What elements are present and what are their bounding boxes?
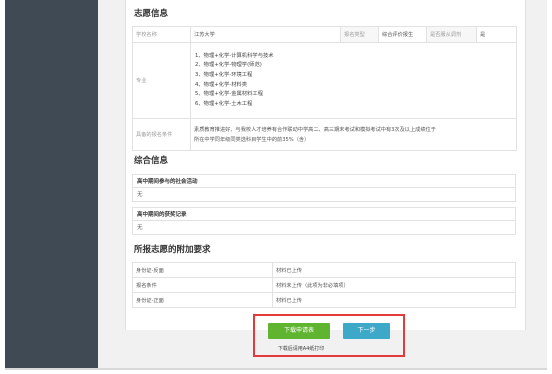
major-item: 2、物理+化学-物理学(师范)	[195, 62, 262, 69]
print-hint: 下载后请用A4纸打印	[277, 346, 325, 352]
enroll-type-value: 综合评价报生	[378, 26, 427, 43]
left-sidebar	[5, 0, 98, 370]
major-item: 3、物理+化学-环境工程	[195, 71, 253, 78]
section-title-overall: 综合信息	[134, 156, 169, 166]
requirement-label: 身份证-反面	[132, 262, 273, 278]
requirement-status: 材料未上传（此项为非必填项）	[272, 277, 516, 293]
major-item: 5、物理+化学-金属材料工程	[195, 91, 263, 98]
condition-label: 具备的报名条件	[132, 118, 191, 151]
enroll-type-label: 报名类型	[340, 26, 379, 43]
condition-line: 所在中学同年级同类选科目学生中的前35%（含）	[194, 136, 310, 143]
form-card: 志愿信息 学校名称 江苏大学 报名类型 综合评价报生 是否服从调剂 是 专业 1…	[125, 0, 526, 330]
social-activity-value: 无	[132, 188, 516, 202]
major-item: 6、物理+化学-土木工程	[195, 100, 253, 107]
major-label: 专业	[132, 42, 191, 119]
requirement-status: 材料已上传	[272, 262, 516, 278]
volunteer-table: 学校名称 江苏大学 报名类型 综合评价报生 是否服从调剂 是 专业 1、物理+化…	[132, 26, 517, 151]
award-record-label: 高中期间的获奖记录	[132, 207, 516, 221]
school-label: 学校名称	[132, 26, 191, 43]
requirement-label: 报名条件	[132, 277, 273, 293]
condition-line: 素质教育推进好、与我校人才培养有合作联动中学高二、高三期末考试和模拟考试中有3次…	[194, 126, 436, 133]
major-list-cell: 1、物理+化学-计算机科学与技术 2、物理+化学-物理学(师范) 3、物理+化学…	[190, 42, 517, 119]
major-item: 4、物理+化学-材料类	[195, 81, 248, 88]
requirement-status: 材料已上传	[272, 292, 516, 308]
extra-requirements-table: 身份证-反面 材料已上传 报名条件 材料未上传（此项为非必填项） 身份证-正面 …	[132, 262, 516, 308]
social-activity-label: 高中期间参与的社会活动	[132, 174, 516, 188]
requirement-label: 身份证-正面	[132, 292, 273, 308]
award-record-value: 无	[132, 221, 516, 235]
adjust-value: 是	[476, 26, 517, 43]
school-value: 江苏大学	[190, 26, 341, 43]
next-step-button[interactable]: 下一步	[343, 323, 390, 339]
download-application-button[interactable]: 下载申请表	[268, 323, 330, 339]
section-title-volunteer: 志愿信息	[134, 9, 169, 19]
major-item: 1、物理+化学-计算机科学与技术	[195, 52, 274, 59]
major-list: 1、物理+化学-计算机科学与技术 2、物理+化学-物理学(师范) 3、物理+化学…	[195, 52, 513, 110]
frame-divider	[5, 368, 547, 370]
section-title-extra: 所报志愿的附加要求	[134, 245, 211, 255]
adjust-label: 是否服从调剂	[426, 26, 477, 43]
condition-value: 素质教育推进好、与我校人才培养有合作联动中学高二、高三期末考试和模拟考试中有3次…	[190, 118, 517, 151]
